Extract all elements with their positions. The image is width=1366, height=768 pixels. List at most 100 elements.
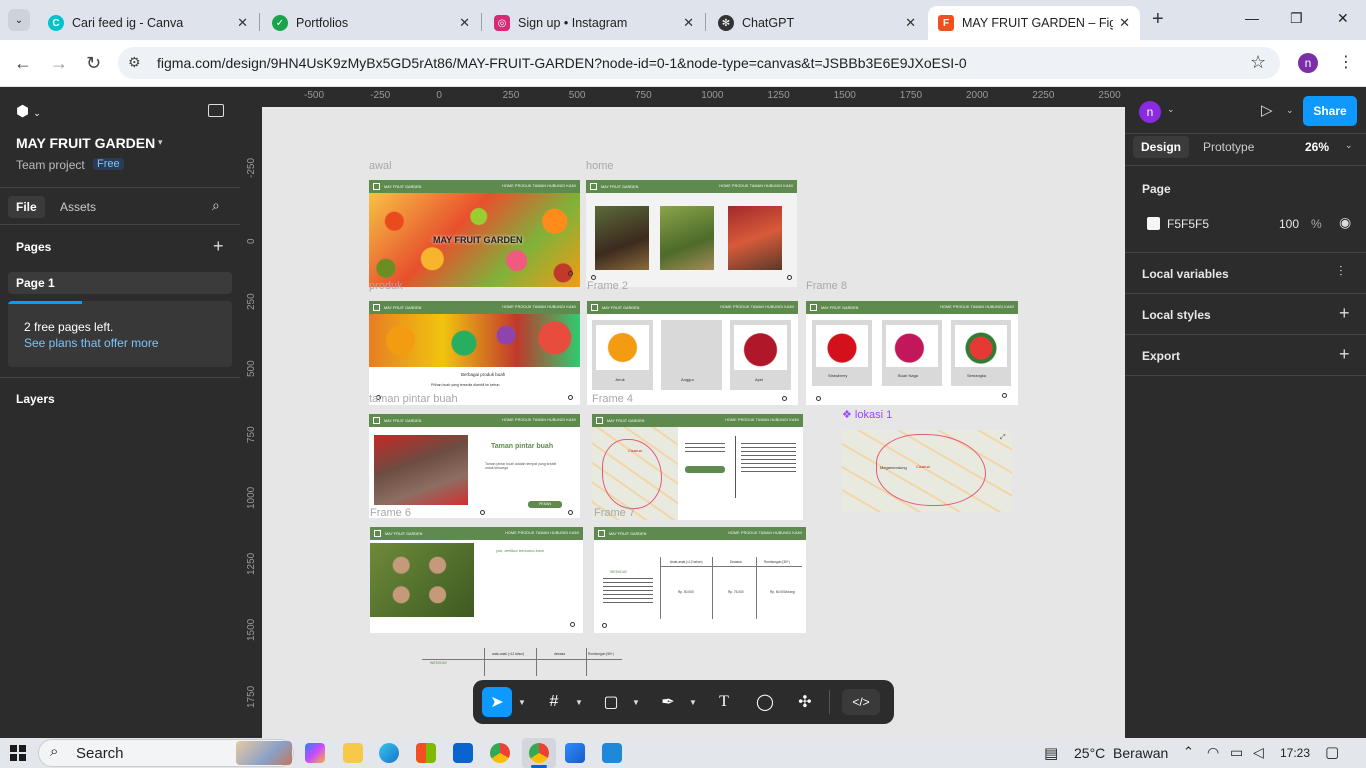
edge-icon[interactable] — [379, 743, 399, 763]
close-icon[interactable]: ✕ — [237, 15, 248, 31]
add-style-icon[interactable]: + — [1339, 303, 1350, 324]
component-lokasi-map[interactable]: Cisarua Megamendung ⤢ — [842, 430, 1012, 512]
frame-label-taman[interactable]: taman pintar buah — [369, 393, 458, 405]
frame-label-frame7[interactable]: Frame 7 — [594, 507, 635, 519]
component-label-lokasi[interactable]: ❖ lokasi 1 — [842, 408, 892, 421]
file-name-chevron-icon[interactable]: ▾ — [158, 137, 163, 148]
tab-canva[interactable]: C Cari feed ig - Canva ✕ — [38, 6, 258, 40]
tab-instagram[interactable]: ◎ Sign up • Instagram ✕ — [484, 6, 704, 40]
frame-label-produk[interactable]: produk — [369, 280, 403, 292]
tab-assets[interactable]: Assets — [60, 200, 96, 214]
frame-tool-icon[interactable]: # — [541, 689, 567, 715]
clock-time[interactable]: 17:23 — [1280, 746, 1310, 760]
figma-main-menu[interactable]: ⬢ ⌄ — [16, 102, 41, 120]
close-icon[interactable]: ✕ — [459, 15, 470, 31]
local-variables-header[interactable]: Local variables — [1142, 267, 1229, 281]
minimize-icon[interactable]: — — [1245, 10, 1259, 26]
tab-design[interactable]: Design — [1133, 136, 1190, 158]
shape-tool-icon[interactable]: ▢ — [598, 689, 624, 715]
dev-mode-icon[interactable]: </> — [842, 689, 880, 715]
tab-prototype[interactable]: Prototype — [1203, 140, 1254, 154]
share-button[interactable]: Share — [1303, 96, 1357, 126]
frame-2[interactable]: MAY FRUIT GARDEN HOME PRODUK TAMAN HUBUNG… — [587, 301, 798, 405]
tab-figma[interactable]: F MAY FRUIT GARDEN – Figma ✕ — [928, 6, 1140, 40]
move-tool-chevron-icon[interactable]: ▼ — [518, 698, 526, 707]
copilot-icon[interactable] — [305, 743, 325, 763]
text-tool-icon[interactable]: T — [711, 689, 737, 715]
frame-tool-chevron-icon[interactable]: ▼ — [575, 698, 583, 707]
wifi-icon[interactable]: ◠ — [1207, 744, 1219, 761]
page-color-swatch[interactable] — [1147, 217, 1160, 230]
frame-awal[interactable]: MAY FRUIT GARDEN HOME PRODUK TAMAN HUBUNG… — [369, 180, 580, 287]
windows-start-icon[interactable] — [10, 745, 26, 761]
pen-tool-icon[interactable]: ✒ — [655, 689, 681, 715]
local-styles-header[interactable]: Local styles — [1142, 308, 1211, 322]
zoom-level[interactable]: 26% — [1305, 140, 1329, 154]
user-menu-chevron-icon[interactable]: ⌄ — [1167, 104, 1175, 115]
design-canvas[interactable]: awal home MAY FRUIT GARDEN HOME PRODUK TA… — [262, 107, 1125, 738]
search-icon[interactable]: ⌕ — [212, 197, 220, 214]
news-widget-icon[interactable]: ▤ — [1044, 744, 1058, 762]
shape-tool-chevron-icon[interactable]: ▼ — [632, 698, 640, 707]
restore-icon[interactable]: ❐ — [1290, 10, 1303, 27]
frame-taman[interactable]: MAY FRUIT GARDEN HOME PRODUK TAMAN HUBUNG… — [369, 414, 580, 518]
site-info-icon[interactable]: ⚙ — [128, 54, 141, 71]
panel-toggle-icon[interactable] — [208, 104, 224, 117]
chrome-profile-icon[interactable] — [529, 743, 549, 763]
zoom-chevron-icon[interactable]: ⌄ — [1345, 140, 1353, 151]
tab-chatgpt[interactable]: ✻ ChatGPT ✕ — [708, 6, 926, 40]
url-text[interactable]: figma.com/design/9HN4UsK9zMyBx5GD5rAt86/… — [157, 55, 967, 71]
close-icon[interactable]: ✕ — [905, 15, 916, 31]
pen-tool-chevron-icon[interactable]: ▼ — [689, 698, 697, 707]
window-close-icon[interactable]: ✕ — [1337, 10, 1349, 27]
file-explorer-icon[interactable] — [343, 743, 363, 763]
actions-tool-icon[interactable]: ✣ — [792, 689, 818, 715]
battery-icon[interactable]: ▭ — [1230, 744, 1243, 761]
frame-home[interactable]: MAY FRUIT GARDEN HOME PRODUK TAMAN HUBUNG… — [586, 180, 797, 287]
frame-6[interactable]: MAY FRUIT GARDEN HOME PRODUK TAMAN HUBUNG… — [370, 527, 583, 633]
frame-label-awal[interactable]: awal — [369, 160, 392, 172]
frame-label-home[interactable]: home — [586, 160, 614, 172]
forward-icon[interactable]: → — [50, 53, 68, 74]
comment-tool-icon[interactable]: ◯ — [752, 689, 778, 715]
frame-4[interactable]: MAY FRUIT GARDEN HOME PRODUK TAMAN HUBUNG… — [592, 414, 803, 520]
add-page-icon[interactable]: + — [213, 236, 224, 257]
user-avatar[interactable]: n — [1139, 101, 1161, 123]
file-name[interactable]: MAY FRUIT GARDEN — [16, 135, 155, 151]
frame-label-frame6[interactable]: Frame 6 — [370, 507, 411, 519]
page-opacity-value[interactable]: 100 — [1279, 217, 1299, 231]
chrome-icon[interactable] — [490, 743, 510, 763]
tray-chevron-icon[interactable]: ⌃ — [1183, 744, 1194, 760]
present-play-icon[interactable]: ▷ — [1261, 101, 1273, 119]
variables-settings-icon[interactable]: ⫶ — [1339, 263, 1343, 280]
close-icon[interactable]: ✕ — [683, 15, 694, 31]
close-icon[interactable]: ✕ — [1119, 15, 1130, 31]
browser-menu-icon[interactable]: ⋮ — [1338, 52, 1354, 72]
profile-avatar[interactable]: n — [1298, 53, 1318, 73]
frame-label-frame8[interactable]: Frame 8 — [806, 280, 847, 292]
vscode-icon[interactable] — [602, 743, 622, 763]
frame-produk[interactable]: MAY FRUIT GARDEN HOME PRODUK TAMAN HUBUNG… — [369, 301, 580, 405]
tab-list-button[interactable]: ⌄ — [8, 9, 30, 31]
reload-icon[interactable]: ↻ — [86, 53, 101, 74]
export-header[interactable]: Export — [1142, 349, 1180, 363]
tab-file[interactable]: File — [8, 196, 45, 218]
back-icon[interactable]: ← — [14, 53, 32, 74]
bookmark-star-icon[interactable]: ☆ — [1250, 52, 1266, 73]
add-export-icon[interactable]: + — [1339, 344, 1350, 365]
page-color-value[interactable]: F5F5F5 — [1167, 217, 1209, 231]
move-tool-icon[interactable]: ➤ — [482, 687, 512, 717]
store-icon[interactable] — [416, 743, 436, 763]
present-chevron-icon[interactable]: ⌄ — [1286, 105, 1294, 116]
notification-icon[interactable]: ▢ — [1325, 743, 1339, 761]
mail-icon[interactable] — [453, 743, 473, 763]
new-tab-button[interactable]: + — [1152, 8, 1164, 31]
see-plans-link[interactable]: See plans that offer more — [24, 336, 159, 350]
frame-label-frame4[interactable]: Frame 4 — [592, 393, 633, 405]
frame-8[interactable]: MAY FRUIT GARDEN HOME PRODUK TAMAN HUBUNG… — [806, 301, 1018, 405]
frame-7[interactable]: MAY FRUIT GARDEN HOME PRODUK TAMAN HUBUNG… — [594, 527, 806, 633]
volume-icon[interactable]: ◁ — [1253, 744, 1264, 761]
weather-text[interactable]: 25°C Berawan — [1074, 745, 1168, 761]
photos-icon[interactable] — [565, 743, 585, 763]
tab-portfolios[interactable]: ✓ Portfolios ✕ — [262, 6, 480, 40]
